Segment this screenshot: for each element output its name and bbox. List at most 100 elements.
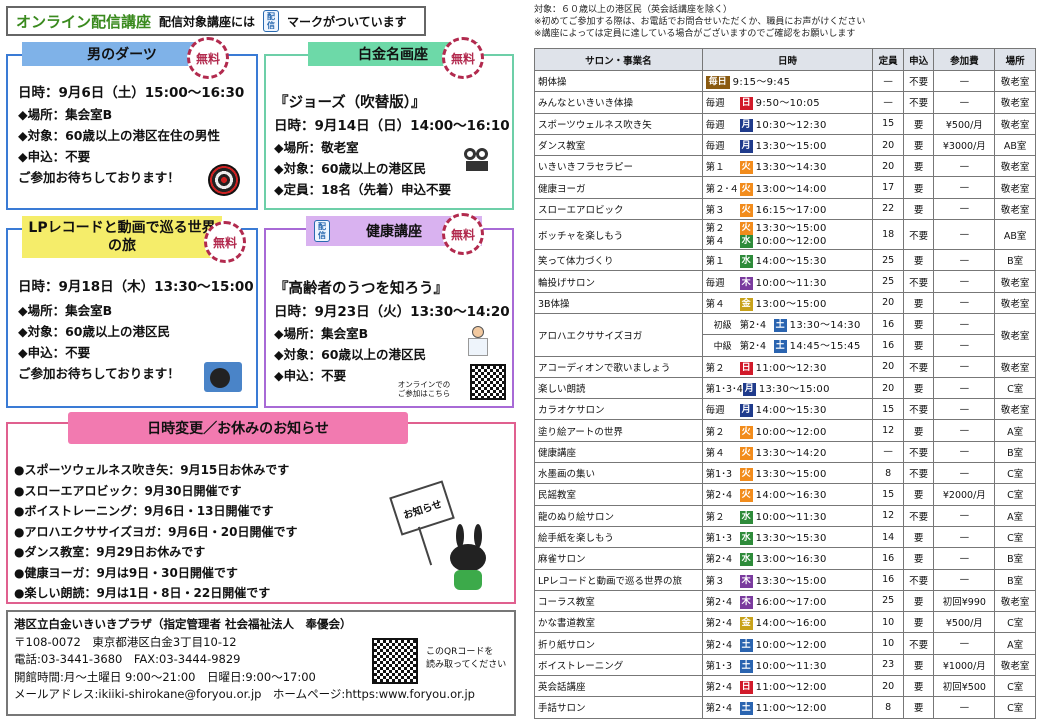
table-cell-application: 要 — [902, 589, 935, 613]
table-row: カラオケサロン 毎週 月 14:00～15:30 15 不要 — 敬老室 — [534, 398, 1036, 421]
schedule-line: 毎週 日 9:50～10:05 — [705, 94, 870, 111]
table-cell-capacity: 16 — [872, 568, 904, 591]
schedule-frequency: 第2･4 — [705, 554, 733, 566]
table-cell-place: 敬老室 — [994, 91, 1036, 114]
table-cell-capacity: 8 — [872, 462, 904, 485]
schedule-time: 14:00～16:30 — [755, 490, 827, 502]
schedule-time: 13:30～15:00 — [755, 575, 827, 587]
schedule-day-badge: 木 — [739, 574, 753, 588]
schedule-time: 14:00～15:30 — [755, 405, 827, 417]
table-cell-place: 敬老室 — [994, 589, 1036, 613]
table-cell-capacity: 12 — [872, 419, 904, 442]
schedule-day-badge: 土 — [739, 702, 753, 716]
schedule-line: 第2･4 木 16:00～17:00 — [706, 593, 870, 609]
table-cell-application: 要 — [902, 155, 935, 178]
table-cell-time: 第２ 火 13:30～15:00 第４ 水 10:00～12:00 — [701, 219, 874, 251]
table-cell-application: 要 — [902, 419, 935, 442]
free-badge: 無料 — [204, 221, 246, 263]
table-row: ダンス教室 毎週 月 13:30～15:00 20 要 ¥3000/月 AB室 — [534, 133, 1036, 157]
table-cell-fee: 初回¥500 — [933, 675, 996, 698]
schedule-line: 第2･4 土 11:00～12:00 — [706, 699, 870, 716]
table-cell-fee: — — [933, 440, 996, 464]
table-cell-capacity: 18 — [872, 219, 904, 251]
schedule-time: 10:00～11:30 — [755, 660, 827, 672]
table-cell-capacity: 16 — [872, 334, 904, 357]
table-row: ボッチャを楽しもう 第２ 火 13:30～15:00 第４ 水 10:00～12:00 18 不… — [534, 219, 1036, 251]
table-row: アコーディオンで歌いましょう 第２ 日 11:00～12:30 20 不要 — 敬老室 — [534, 355, 1036, 378]
table-cell-application: 不要 — [902, 504, 935, 527]
table-cell-place: C室 — [994, 675, 1036, 698]
table-cell-name: ボイストレーニング — [534, 653, 703, 677]
table-cell-place: 敬老室 — [994, 291, 1036, 314]
table-cell-time: 毎週 日 9:50～10:05 — [701, 91, 874, 114]
schedule-time: 13:30～15:00 — [758, 384, 830, 395]
schedule-day-badge: 水 — [739, 510, 753, 524]
table-cell-time: 第2･4 水 13:00～16:30 — [701, 547, 874, 570]
table-cell-fee: ¥3000/月 — [933, 133, 996, 157]
table-cell-time: 第1･3･4 月 13:30～15:00 — [701, 376, 874, 400]
table-cell-name: 健康講座 — [534, 440, 703, 464]
table-cell-place: 敬老室 — [994, 69, 1036, 93]
notice-item: ●ボイストレーニング：9月6日・13日開催です — [14, 504, 274, 518]
table-cell-application: 要 — [902, 312, 935, 336]
table-cell-fee: — — [933, 632, 996, 655]
table-cell-name: アコーディオンで歌いましょう — [534, 355, 703, 378]
schedule-frequency: 第1･3 — [705, 533, 733, 545]
table-row: いきいきフラセラピー 第１ 火 13:30～14:30 20 要 — 敬老室 — [534, 155, 1036, 178]
table-cell-capacity: — — [872, 440, 904, 464]
table-cell-name: 塗り絵アートの世界 — [534, 419, 703, 442]
free-badge: 無料 — [187, 37, 229, 79]
schedule-day-badge: 火 — [739, 221, 753, 235]
notice-sign: お知らせ — [389, 480, 455, 536]
table-cell-time: 第１ 火 13:30～14:30 — [701, 155, 874, 178]
table-cell-time: 第2･4 日 11:00～12:00 — [701, 675, 874, 698]
schedule-day-badge: 土 — [739, 659, 753, 673]
table-cell-capacity: 23 — [872, 653, 904, 677]
table-cell-application: 要 — [902, 525, 935, 549]
schedule-frequency: 毎週 — [705, 98, 725, 110]
table-cell-name: かな書道教室 — [534, 611, 703, 634]
schedule-time: 13:00～14:00 — [755, 183, 827, 195]
schedule-time: 10:00～12:00 — [755, 639, 827, 651]
table-cell-capacity: 15 — [872, 112, 904, 135]
note-line: ※初めてご参加する際は、お電話でお問合せいただくか、職員にお声がけください — [534, 17, 866, 27]
table-cell-place: B室 — [994, 547, 1036, 570]
schedule-time: 13:30～14:30 — [789, 320, 861, 332]
table-cell-time: 第2･4 土 10:00～12:00 — [701, 632, 874, 655]
table-cell-capacity: 20 — [872, 355, 904, 378]
table-cell-fee: — — [933, 249, 996, 272]
table-cell-place: C室 — [994, 376, 1036, 400]
schedule-time: 10:00～12:00 — [755, 426, 827, 438]
schedule-line: 第1･3 土 10:00～11:30 — [706, 657, 870, 673]
schedule-day-badge: 月 — [739, 140, 753, 154]
qr-code-icon[interactable] — [470, 364, 506, 400]
schedule-frequency: 第1･3 — [705, 469, 733, 481]
table-cell-application: 不要 — [902, 91, 935, 114]
qr-code-icon[interactable] — [372, 638, 418, 684]
schedule-frequency: 第２ — [705, 222, 725, 234]
table-cell-fee: — — [933, 312, 996, 336]
table-cell-application: 要 — [902, 547, 935, 570]
schedule-day-badge: 火 — [739, 446, 753, 460]
table-cell-name: LPレコードと動画で巡る世界の旅 — [534, 568, 703, 591]
table-cell-place: 敬老室 — [994, 653, 1036, 677]
col-header: 日時 — [701, 48, 874, 71]
table-cell-time: 第２ 日 11:00～12:30 — [701, 355, 874, 378]
schedule-frequency: 第２ — [705, 362, 725, 374]
table-cell-time: 第１ 水 14:00～15:30 — [701, 249, 874, 272]
table-row: みんなといきいき体操 毎週日 9:50～10:05— 不要 — 敬老室 — [534, 91, 1036, 114]
cinema-date: 日時：9月14日（日）14:00～16:10 — [274, 118, 510, 134]
table-row: スポーツウェルネス吹き矢 毎週 月 10:30～12:30 15 要 ¥500/月 敬老室 — [534, 112, 1036, 135]
table-cell-place: 敬老室 — [994, 398, 1036, 421]
facility-name: 港区立白金いきいきプラザ（指定管理者 社会福祉法人 奉優会） — [14, 617, 352, 631]
table-cell-application: 不要 — [902, 219, 935, 251]
schedule-day-badge: 金 — [739, 297, 753, 311]
table-cell-capacity: — — [872, 69, 904, 93]
record-player-icon — [204, 362, 242, 392]
table-cell-level: 初級 — [713, 321, 732, 332]
schedule-time: 10:30～12:30 — [755, 119, 827, 131]
table-row: 輪投げサロン 毎週 木 10:00～11:30 25 不要 — 敬老室 — [534, 270, 1036, 293]
lp-date: 日時：9月18日（木）13:30～15:00 — [18, 279, 254, 295]
schedule-frequency: 第２ — [705, 511, 725, 523]
online-note: オンラインでの — [397, 380, 451, 389]
